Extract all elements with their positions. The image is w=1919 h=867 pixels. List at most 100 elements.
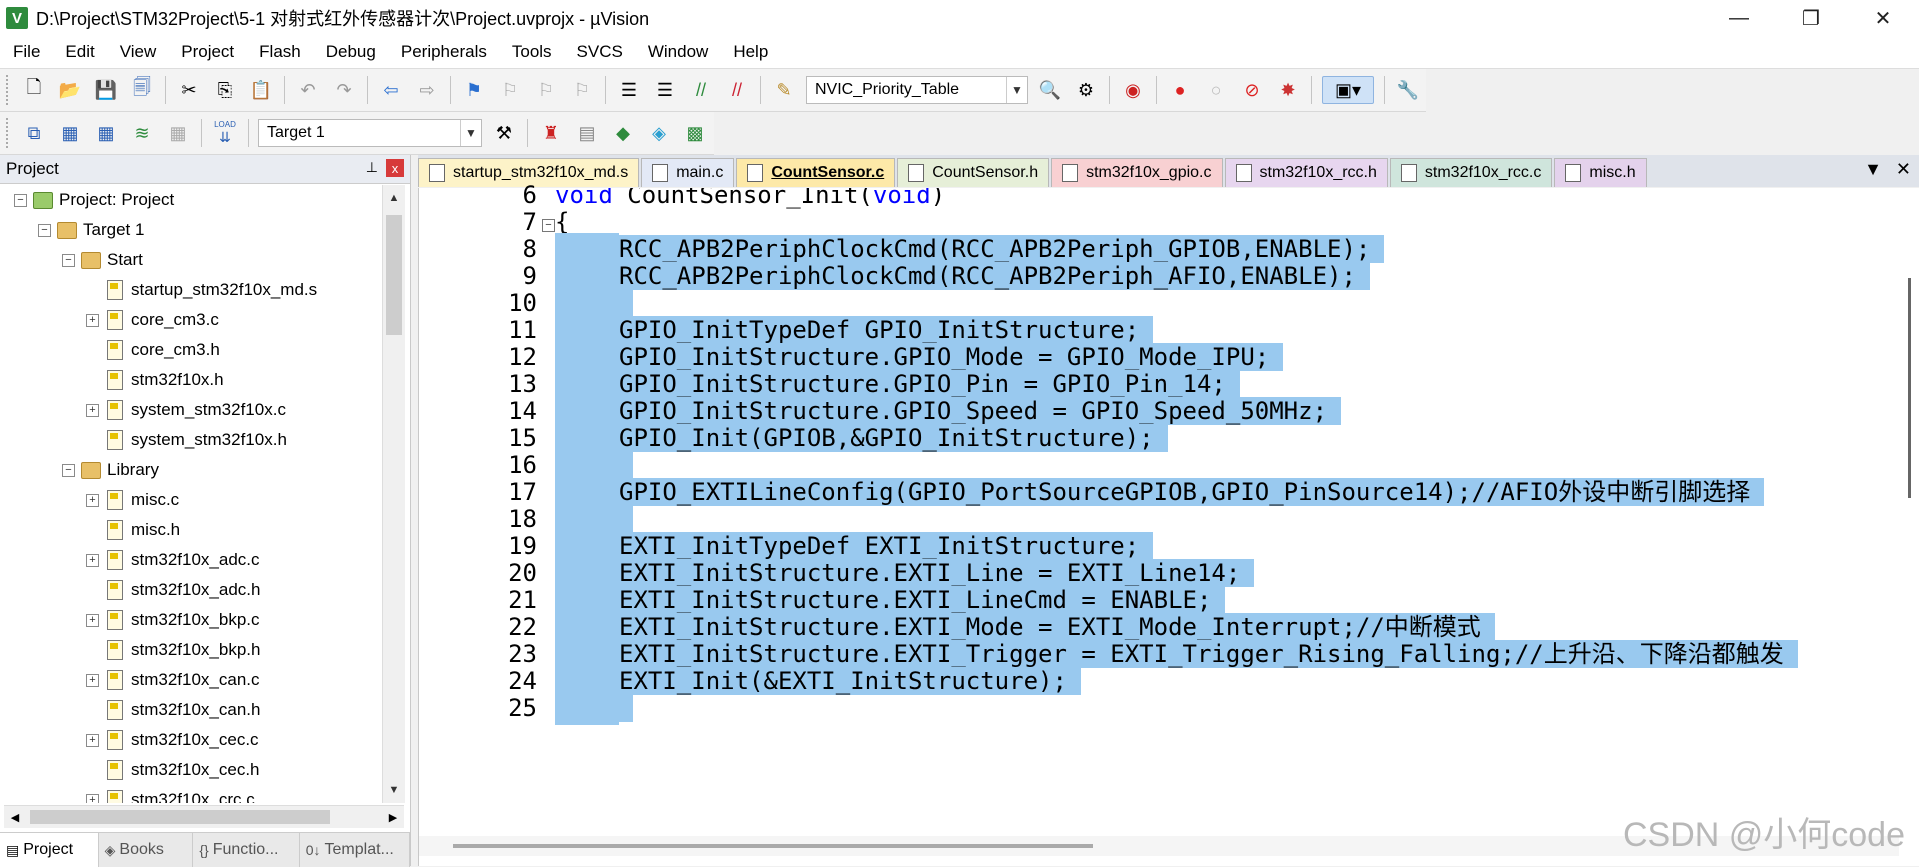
menu-project[interactable]: Project [168, 42, 246, 62]
incremental-find-icon[interactable]: 🔍 [1037, 77, 1063, 103]
scroll-up-icon[interactable]: ▲ [383, 187, 405, 209]
editor-tab[interactable]: main.c [641, 158, 735, 187]
tree-item[interactable]: + system_stm32f10x.c [0, 395, 380, 425]
kill-all-breakpoints-icon[interactable]: ✸ [1275, 77, 1301, 103]
tree-item[interactable]: + misc.c [0, 485, 380, 515]
tree-item[interactable]: misc.h [0, 515, 380, 545]
editor-vertical-scrollbar[interactable] [1902, 188, 1916, 833]
tree-item[interactable]: system_stm32f10x.h [0, 425, 380, 455]
manage-project-items-icon[interactable]: ♜ [538, 120, 564, 146]
rebuild-icon[interactable]: ▦ [93, 120, 119, 146]
translate-icon[interactable]: ⧉ [21, 120, 47, 146]
collapse-icon[interactable]: − [38, 223, 51, 237]
expand-icon[interactable]: + [86, 613, 99, 627]
target-combo[interactable]: Target 1 ▼ [258, 119, 482, 147]
new-file-icon[interactable]: 🗋 [21, 77, 47, 103]
code-line[interactable]: EXTI_Init(&EXTI_InitStructure); [555, 665, 1081, 698]
scrollbar-thumb[interactable] [453, 844, 1093, 848]
scroll-left-icon[interactable]: ◀ [4, 806, 26, 828]
tab-books[interactable]: ◈ Books [99, 833, 194, 867]
tree-item[interactable]: startup_stm32f10x_md.s [0, 275, 380, 305]
clear-bookmarks-icon[interactable]: ⚐ [569, 77, 595, 103]
project-tree-horizontal-scrollbar[interactable]: ◀ ▶ [4, 805, 404, 828]
collapse-icon[interactable]: − [62, 253, 75, 267]
stop-build-icon[interactable]: ▦ [165, 120, 191, 146]
pack-installer-icon[interactable]: ◈ [646, 120, 672, 146]
code-line[interactable]: GPIO_Init(GPIOB,&GPIO_InitStructure); [555, 422, 1168, 455]
menu-file[interactable]: File [0, 42, 52, 62]
undo-icon[interactable]: ↶ [295, 77, 321, 103]
code-editor[interactable]: 6 7−8 9 10 11 12 13 14 15 16 17 18 19 20 21 22 23 24 25 vo… [418, 181, 1919, 866]
tree-item[interactable]: + stm32f10x_crc.c [0, 785, 380, 803]
target-options-icon[interactable]: ⚒ [491, 120, 517, 146]
comment-icon[interactable]: // [688, 77, 714, 103]
scrollbar-thumb[interactable] [1908, 278, 1911, 498]
navigate-back-icon[interactable]: ⇦ [378, 77, 404, 103]
redo-icon[interactable]: ↷ [331, 77, 357, 103]
scrollbar-thumb[interactable] [30, 810, 330, 824]
tab-project[interactable]: ▤ Project [0, 833, 99, 867]
code-line[interactable]: GPIO_EXTILineConfig(GPIO_PortSourceGPIOB… [555, 476, 1765, 509]
previous-bookmark-icon[interactable]: ⚐ [497, 77, 523, 103]
minimize-button[interactable]: — [1703, 0, 1775, 36]
tree-item[interactable]: stm32f10x_can.h [0, 695, 380, 725]
code-line[interactable]: void CountSensor_Init(void) [555, 188, 945, 212]
chevron-down-icon[interactable]: ▼ [1006, 77, 1027, 103]
menu-help[interactable]: Help [720, 42, 780, 62]
tree-item[interactable]: − Library [0, 455, 380, 485]
navigate-forward-icon[interactable]: ⇨ [414, 77, 440, 103]
scroll-right-icon[interactable]: ▶ [382, 806, 404, 828]
scroll-down-icon[interactable]: ▼ [383, 779, 405, 801]
code-area[interactable]: void CountSensor_Init(void){ RCC_APB2Per… [555, 188, 1919, 833]
save-icon[interactable]: 💾 [93, 77, 119, 103]
download-load-icon[interactable]: LOAD ⇊ [212, 120, 238, 146]
code-line[interactable] [555, 692, 633, 725]
tree-item[interactable]: stm32f10x.h [0, 365, 380, 395]
unindent-icon[interactable]: ☰ [652, 77, 678, 103]
tree-item[interactable]: + core_cm3.c [0, 305, 380, 335]
menu-tools[interactable]: Tools [499, 42, 564, 62]
tree-item[interactable]: − Project: Project [0, 185, 380, 215]
project-tree-vertical-scrollbar[interactable]: ▲ ▼ [382, 185, 405, 803]
expand-icon[interactable]: + [86, 493, 99, 507]
batch-build-icon[interactable]: ≋ [129, 120, 155, 146]
tree-item[interactable]: stm32f10x_cec.h [0, 755, 380, 785]
uncomment-icon[interactable]: // [724, 77, 750, 103]
run-time-environment-icon[interactable]: ▩ [682, 120, 708, 146]
expand-icon[interactable]: + [86, 733, 99, 747]
tree-item[interactable]: stm32f10x_adc.h [0, 575, 380, 605]
tree-item[interactable]: + stm32f10x_adc.c [0, 545, 380, 575]
expand-icon[interactable]: + [86, 673, 99, 687]
configuration-wrench-icon[interactable]: 🔧 [1395, 77, 1421, 103]
disable-all-breakpoints-icon[interactable]: ⊘ [1239, 77, 1265, 103]
next-bookmark-icon[interactable]: ⚐ [533, 77, 559, 103]
menu-debug[interactable]: Debug [313, 42, 388, 62]
window-layout-icon[interactable]: ▣▾ [1322, 76, 1374, 104]
copy-icon[interactable]: ⎘ [212, 77, 238, 103]
disable-breakpoint-icon[interactable]: ○ [1203, 77, 1229, 103]
expand-icon[interactable]: + [86, 793, 99, 803]
tree-item[interactable]: + stm32f10x_can.c [0, 665, 380, 695]
indent-icon[interactable]: ☰ [616, 77, 642, 103]
tree-item[interactable]: + stm32f10x_bkp.c [0, 605, 380, 635]
insert-bookmark-icon[interactable]: ⚑ [461, 77, 487, 103]
tab-list-icon[interactable]: ▼ [1864, 159, 1882, 180]
tree-item[interactable]: stm32f10x_bkp.h [0, 635, 380, 665]
code-line[interactable]: RCC_APB2PeriphClockCmd(RCC_APB2Periph_AF… [555, 260, 1370, 293]
manage-runtime-environment-icon[interactable]: ◆ [610, 120, 636, 146]
tab-templates[interactable]: 0↓ Templat... [300, 833, 410, 867]
open-file-icon[interactable]: 📂 [57, 77, 83, 103]
collapse-icon[interactable]: − [62, 463, 75, 477]
menu-edit[interactable]: Edit [52, 42, 106, 62]
tree-item[interactable]: core_cm3.h [0, 335, 380, 365]
tab-functions[interactable]: {} Functio... [193, 833, 300, 867]
toolbar-grip[interactable] [6, 75, 12, 105]
find-in-files-icon[interactable]: ✎ [771, 77, 797, 103]
menu-peripherals[interactable]: Peripherals [388, 42, 499, 62]
close-tab-icon[interactable]: ✕ [1896, 159, 1911, 180]
tree-item[interactable]: − Start [0, 245, 380, 275]
editor-tab[interactable]: stm32f10x_gpio.c [1051, 158, 1223, 187]
menu-svcs[interactable]: SVCS [564, 42, 635, 62]
insert-breakpoint-icon[interactable]: ● [1167, 77, 1193, 103]
paste-icon[interactable]: 📋 [248, 77, 274, 103]
